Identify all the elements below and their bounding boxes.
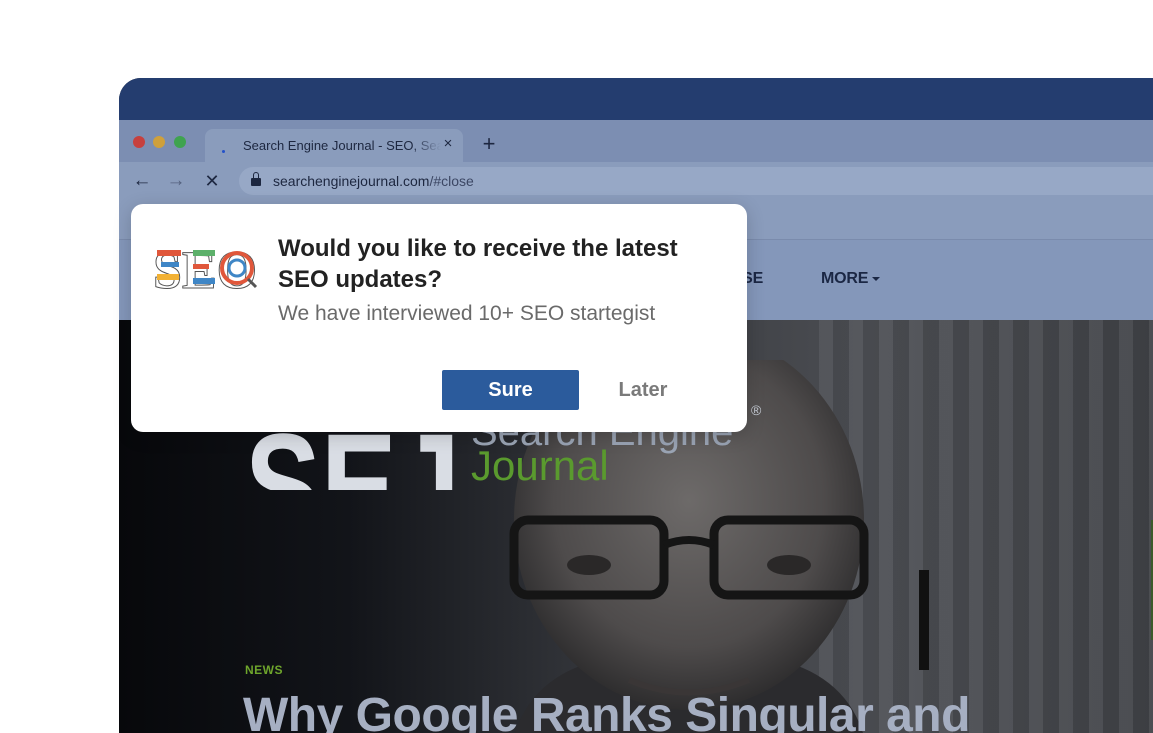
subscribe-dialog: SEO Would you like to receive the latest… bbox=[131, 204, 747, 432]
tab-loading-favicon-icon bbox=[220, 141, 232, 153]
url-text: searchenginejournal.com/#close bbox=[273, 173, 474, 189]
minimize-window-button[interactable] bbox=[153, 136, 165, 148]
lock-icon bbox=[251, 172, 261, 186]
tab-close-icon[interactable]: × bbox=[440, 136, 456, 152]
nav-more-label: MORE bbox=[821, 270, 869, 287]
dialog-title: Would you like to receive the latest SEO… bbox=[278, 235, 678, 293]
tab-title: Search Engine Journal - SEO, Search Mark… bbox=[243, 138, 441, 153]
url-host: searchenginejournal.com bbox=[273, 173, 430, 189]
window-top-band bbox=[119, 78, 1153, 120]
logo-word-journal: Journal bbox=[471, 442, 609, 489]
address-bar[interactable]: searchenginejournal.com/#close bbox=[239, 167, 1153, 195]
later-button[interactable]: Later bbox=[601, 370, 685, 410]
sure-button[interactable]: Sure bbox=[442, 370, 579, 410]
tab-active[interactable]: Search Engine Journal - SEO, Search Mark… bbox=[205, 129, 463, 162]
article-headline[interactable]: Why Google Ranks Singular and bbox=[243, 688, 970, 733]
new-tab-icon[interactable]: + bbox=[479, 133, 499, 155]
nav-item-more[interactable]: MORE bbox=[821, 270, 881, 288]
category-label[interactable]: NEWS bbox=[245, 663, 283, 677]
forward-arrow-icon[interactable]: → bbox=[165, 170, 187, 192]
chevron-down-icon bbox=[872, 276, 881, 281]
seo-logo-icon: SEO bbox=[153, 242, 258, 292]
stop-loading-icon[interactable]: ✕ bbox=[201, 170, 223, 192]
dialog-subtitle: We have interviewed 10+ SEO startegist bbox=[278, 302, 656, 325]
maximize-window-button[interactable] bbox=[174, 136, 186, 148]
url-path: /#close bbox=[429, 173, 474, 189]
close-window-button[interactable] bbox=[133, 136, 145, 148]
back-arrow-icon[interactable]: ← bbox=[131, 170, 153, 192]
browser-toolbar: ← → ✕ searchenginejournal.com/#close bbox=[119, 162, 1153, 200]
logo-registered-mark: ® bbox=[751, 402, 762, 418]
tab-bar: Search Engine Journal - SEO, Search Mark… bbox=[119, 120, 1153, 162]
